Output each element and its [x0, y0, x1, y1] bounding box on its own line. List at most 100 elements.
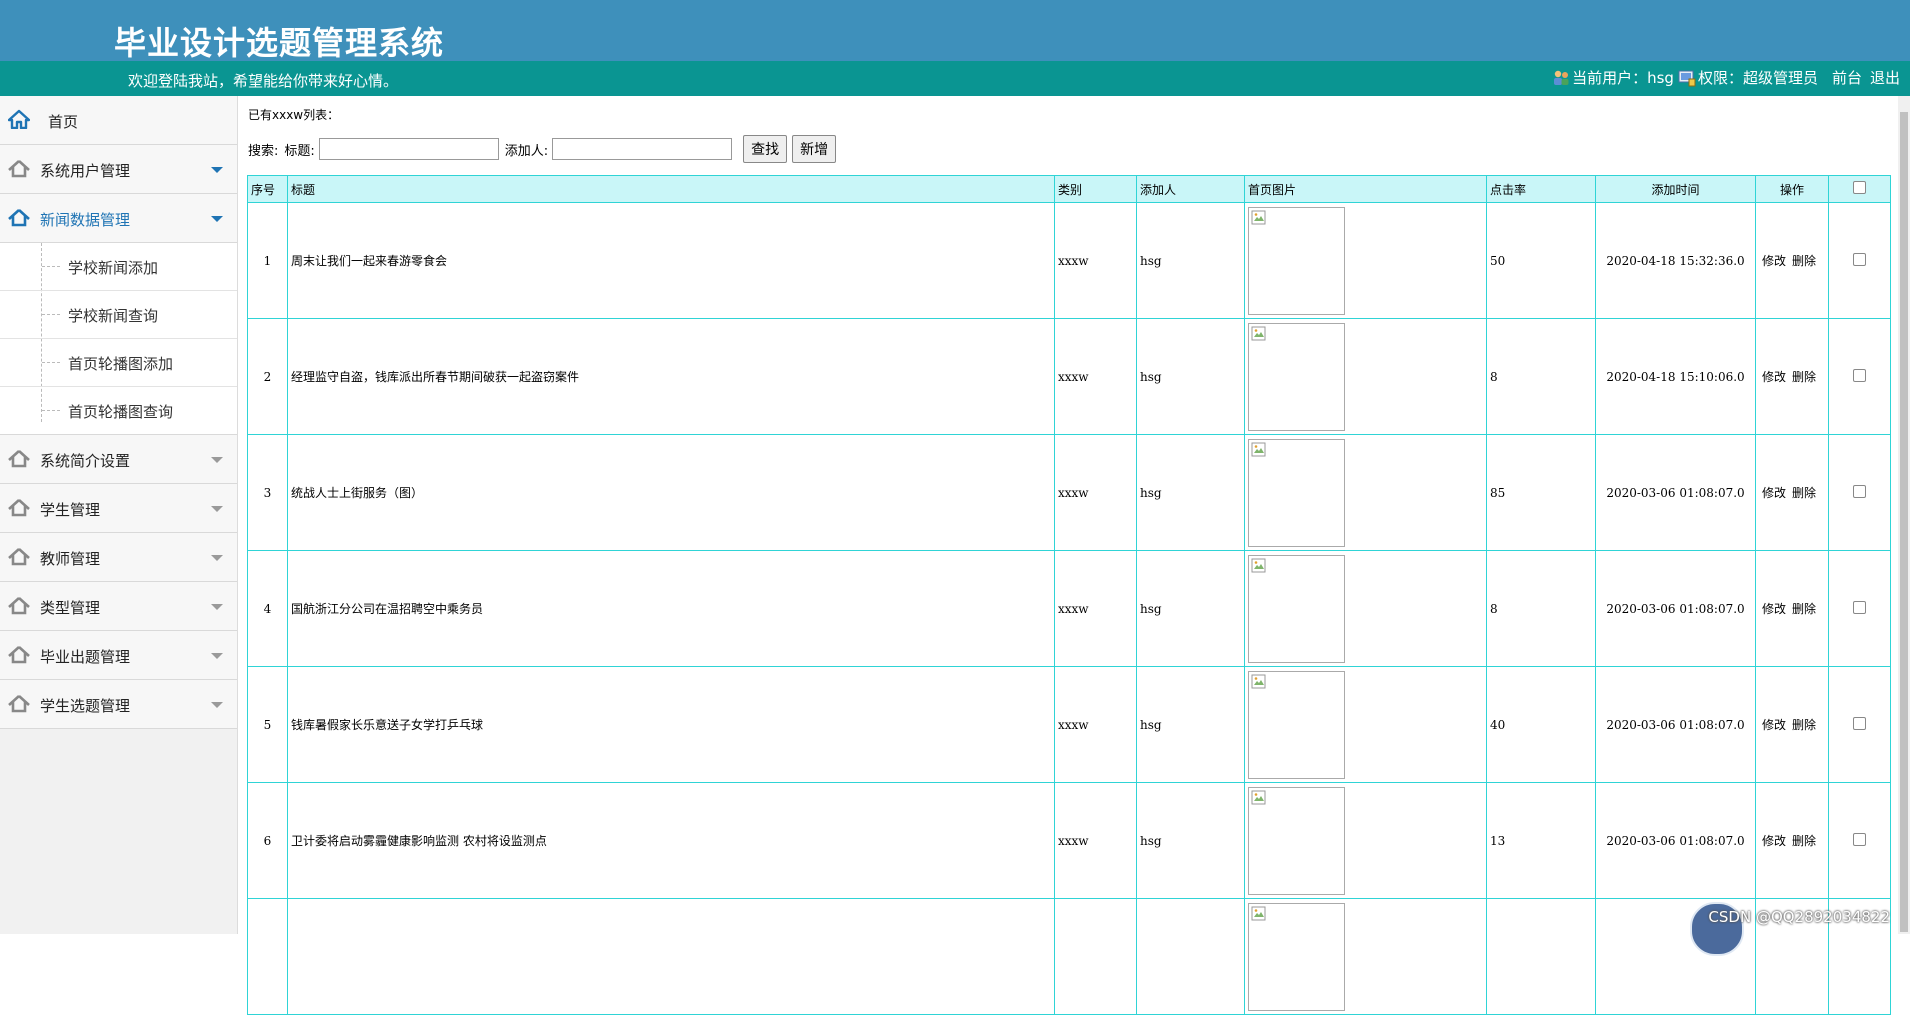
row-checkbox[interactable]	[1853, 368, 1866, 382]
home-icon	[8, 597, 30, 615]
news-clicks: 8	[1486, 550, 1596, 667]
add-button[interactable]: 新增	[792, 135, 837, 163]
sidebar-item-types[interactable]: 类型管理	[0, 582, 237, 631]
sidebar-item-student-selection[interactable]: 学生选题管理	[0, 680, 237, 729]
main-content: 已有xxxw列表： 搜索: 标题: 添加人: 查找 新增 序号 标题 类别 添加…	[238, 96, 1898, 1015]
sidebar-subitem-school-news-query[interactable]: 学校新闻查询	[0, 291, 237, 339]
sidebar-item-teachers[interactable]: 教师管理	[0, 533, 237, 582]
news-adder: hsg	[1136, 318, 1245, 435]
scrollbar-thumb[interactable]	[1900, 112, 1908, 932]
news-time: 2020-04-18 15:32:36.0	[1595, 202, 1756, 319]
news-image-cell	[1244, 898, 1487, 1015]
row-checkbox[interactable]	[1853, 252, 1866, 266]
edit-link[interactable]: 修改	[1762, 602, 1786, 616]
news-category: xxxw	[1054, 318, 1137, 435]
sidebar-item-label: 教师管理	[40, 550, 101, 568]
column-header: 标题	[287, 175, 1055, 203]
news-time: 2020-03-06 01:08:07.0	[1595, 666, 1756, 783]
user-icon	[1554, 70, 1569, 85]
column-header: 首页图片	[1244, 175, 1487, 203]
row-checkbox[interactable]	[1853, 716, 1866, 730]
welcome-message: 欢迎登陆我站，希望能给你带来好心情。	[128, 72, 399, 90]
chevron-down-icon	[211, 457, 223, 463]
news-category: xxxw	[1054, 202, 1137, 319]
column-header: 序号	[247, 175, 288, 203]
news-category: xxxw	[1054, 434, 1137, 551]
row-actions: 修改 删除	[1755, 318, 1829, 435]
sidebar-item-system-users[interactable]: 系统用户管理	[0, 145, 237, 194]
edit-link[interactable]: 修改	[1762, 834, 1786, 848]
table-row: 2 经理监守自盗，钱库派出所春节期间破获一起盗窃案件 xxxw hsg 8 2020-04…	[247, 318, 1891, 435]
sidebar-item-label: 毕业出题管理	[40, 648, 131, 666]
logout-link[interactable]: 退出	[1870, 67, 1900, 88]
delete-link[interactable]: 删除	[1792, 834, 1816, 848]
chevron-down-icon	[211, 702, 223, 708]
adder-search-input[interactable]	[552, 138, 733, 160]
home-icon	[8, 695, 30, 713]
vertical-scrollbar[interactable]	[1898, 96, 1910, 934]
news-clicks: 50	[1486, 202, 1596, 319]
news-adder: hsg	[1136, 782, 1245, 899]
delete-link[interactable]: 删除	[1792, 254, 1816, 268]
home-icon	[8, 109, 30, 129]
home-icon	[8, 646, 30, 664]
news-adder: hsg	[1136, 202, 1245, 319]
delete-link[interactable]: 删除	[1792, 602, 1816, 616]
edit-link[interactable]: 修改	[1762, 486, 1786, 500]
sidebar-item-label: 学生管理	[40, 501, 101, 519]
sidebar-item-label: 首页	[48, 113, 79, 131]
news-time: 2020-03-06 01:08:07.0	[1595, 550, 1756, 667]
chevron-down-icon	[211, 167, 223, 173]
news-table: 序号 标题 类别 添加人 首页图片 点击率 添加时间 操作 1 周末让我们一起来春…	[247, 175, 1891, 1015]
news-clicks	[1486, 898, 1596, 1015]
table-row: 6 卫计委将启动雾霾健康影响监测 农村将设监测点 xxxw hsg 13 2020-03-…	[247, 782, 1891, 899]
news-clicks: 85	[1486, 434, 1596, 551]
sidebar-subitem-carousel-add[interactable]: 首页轮播图添加	[0, 339, 237, 387]
sidebar-item-thesis-topics[interactable]: 毕业出题管理	[0, 631, 237, 680]
adder-label: 添加人:	[504, 143, 549, 159]
chevron-down-icon	[211, 653, 223, 659]
news-adder	[1136, 898, 1245, 1015]
sidebar-item-news-data[interactable]: 新闻数据管理	[0, 194, 237, 243]
delete-link[interactable]: 删除	[1792, 486, 1816, 500]
edit-link[interactable]: 修改	[1762, 718, 1786, 732]
edit-link[interactable]: 修改	[1762, 370, 1786, 384]
search-label: 搜索:	[248, 143, 279, 159]
news-clicks: 13	[1486, 782, 1596, 899]
title-search-input[interactable]	[318, 138, 499, 160]
search-bar: 搜索: 标题: 添加人: 查找 新增	[248, 135, 837, 163]
sidebar-item-system-intro[interactable]: 系统简介设置	[0, 435, 237, 484]
delete-link[interactable]: 删除	[1792, 370, 1816, 384]
home-icon	[8, 548, 30, 566]
sidebar-subitem-label: 学校新闻添加	[68, 259, 159, 277]
sidebar-subitem-label: 首页轮播图添加	[68, 355, 174, 373]
column-header: 添加人	[1136, 175, 1245, 203]
sidebar-subitem-carousel-query[interactable]: 首页轮播图查询	[0, 387, 237, 434]
find-button[interactable]: 查找	[743, 135, 788, 163]
front-link[interactable]: 前台	[1832, 67, 1862, 88]
sidebar-subitem-school-news-add[interactable]: 学校新闻添加	[0, 243, 237, 291]
row-actions: 修改 删除	[1755, 202, 1829, 319]
sidebar-subitem-label: 学校新闻查询	[68, 307, 159, 325]
row-checkbox[interactable]	[1853, 484, 1866, 498]
column-header: 操作	[1755, 175, 1829, 203]
row-select-cell	[1828, 550, 1891, 667]
row-select-cell	[1828, 666, 1891, 783]
column-header: 点击率	[1486, 175, 1596, 203]
news-image-cell	[1244, 782, 1487, 899]
delete-link[interactable]: 删除	[1792, 718, 1816, 732]
news-time: 2020-04-18 15:10:06.0	[1595, 318, 1756, 435]
row-number: 3	[247, 434, 288, 551]
sidebar-item-students[interactable]: 学生管理	[0, 484, 237, 533]
sidebar-item-home[interactable]: 首页	[0, 96, 237, 145]
chevron-down-icon	[211, 506, 223, 512]
permission-level: 权限：超级管理员	[1697, 69, 1818, 87]
row-checkbox[interactable]	[1853, 600, 1866, 614]
edit-link[interactable]: 修改	[1762, 254, 1786, 268]
row-select-cell	[1828, 434, 1891, 551]
sidebar-item-label: 类型管理	[40, 599, 101, 617]
row-checkbox[interactable]	[1853, 832, 1866, 846]
news-image-cell	[1244, 666, 1487, 783]
select-all-checkbox[interactable]	[1853, 181, 1866, 194]
chevron-down-icon	[211, 604, 223, 610]
